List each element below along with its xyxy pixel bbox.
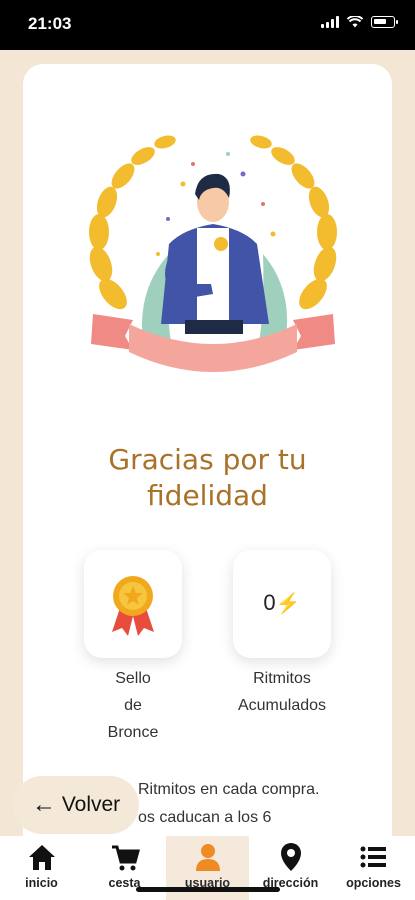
info-line: os caducan a los 6 <box>138 809 272 826</box>
seal-badge <box>84 550 182 658</box>
loyalty-illustration <box>89 135 337 372</box>
status-bar: 21:03 <box>0 0 415 50</box>
points-badge: 0⚡ <box>233 550 331 658</box>
medal-icon <box>112 576 154 636</box>
page-title-text: Gracias por tu fidelidad <box>108 443 307 512</box>
nav-label: inicio <box>25 876 58 890</box>
points-number: 0 <box>263 590 276 615</box>
points-value: 0⚡ <box>233 590 331 616</box>
seal-label: Sello de Bronce <box>84 665 182 746</box>
wifi-icon <box>347 16 363 28</box>
loyalty-card: Gracias por tu fidelidad Sello de Bronce… <box>23 64 392 854</box>
home-indicator <box>136 887 280 892</box>
back-button[interactable]: ← Volver <box>13 776 139 834</box>
location-pin-icon <box>281 843 301 871</box>
signal-icon <box>321 16 339 28</box>
page-title: Gracias por tu fidelidad <box>23 442 392 514</box>
points-label-line: Acumulados <box>237 697 327 714</box>
nav-label: opciones <box>346 876 401 890</box>
status-icons <box>321 16 398 28</box>
seal-label-line: Sello <box>115 670 151 687</box>
points-label-line: Ritmitos <box>253 670 311 687</box>
status-time: 21:03 <box>28 14 72 33</box>
points-label: Ritmitos Acumulados <box>203 665 361 719</box>
cart-icon <box>112 845 140 871</box>
list-icon <box>360 846 386 868</box>
seal-label-line: Bronce <box>107 724 159 741</box>
nav-item-opciones[interactable]: opciones <box>332 836 415 900</box>
arrow-left-icon: ← <box>31 791 56 818</box>
battery-icon <box>371 16 398 28</box>
nav-item-inicio[interactable]: inicio <box>0 836 83 900</box>
back-button-label: Volver <box>61 793 121 816</box>
home-icon <box>29 845 55 870</box>
seal-label-line: de <box>124 697 142 714</box>
user-icon <box>196 844 220 871</box>
lightning-icon: ⚡ <box>275 593 301 615</box>
info-line: Ritmitos en cada compra. <box>138 781 320 798</box>
info-text: Ritmitos en cada compra. os caducan a lo… <box>138 776 388 832</box>
